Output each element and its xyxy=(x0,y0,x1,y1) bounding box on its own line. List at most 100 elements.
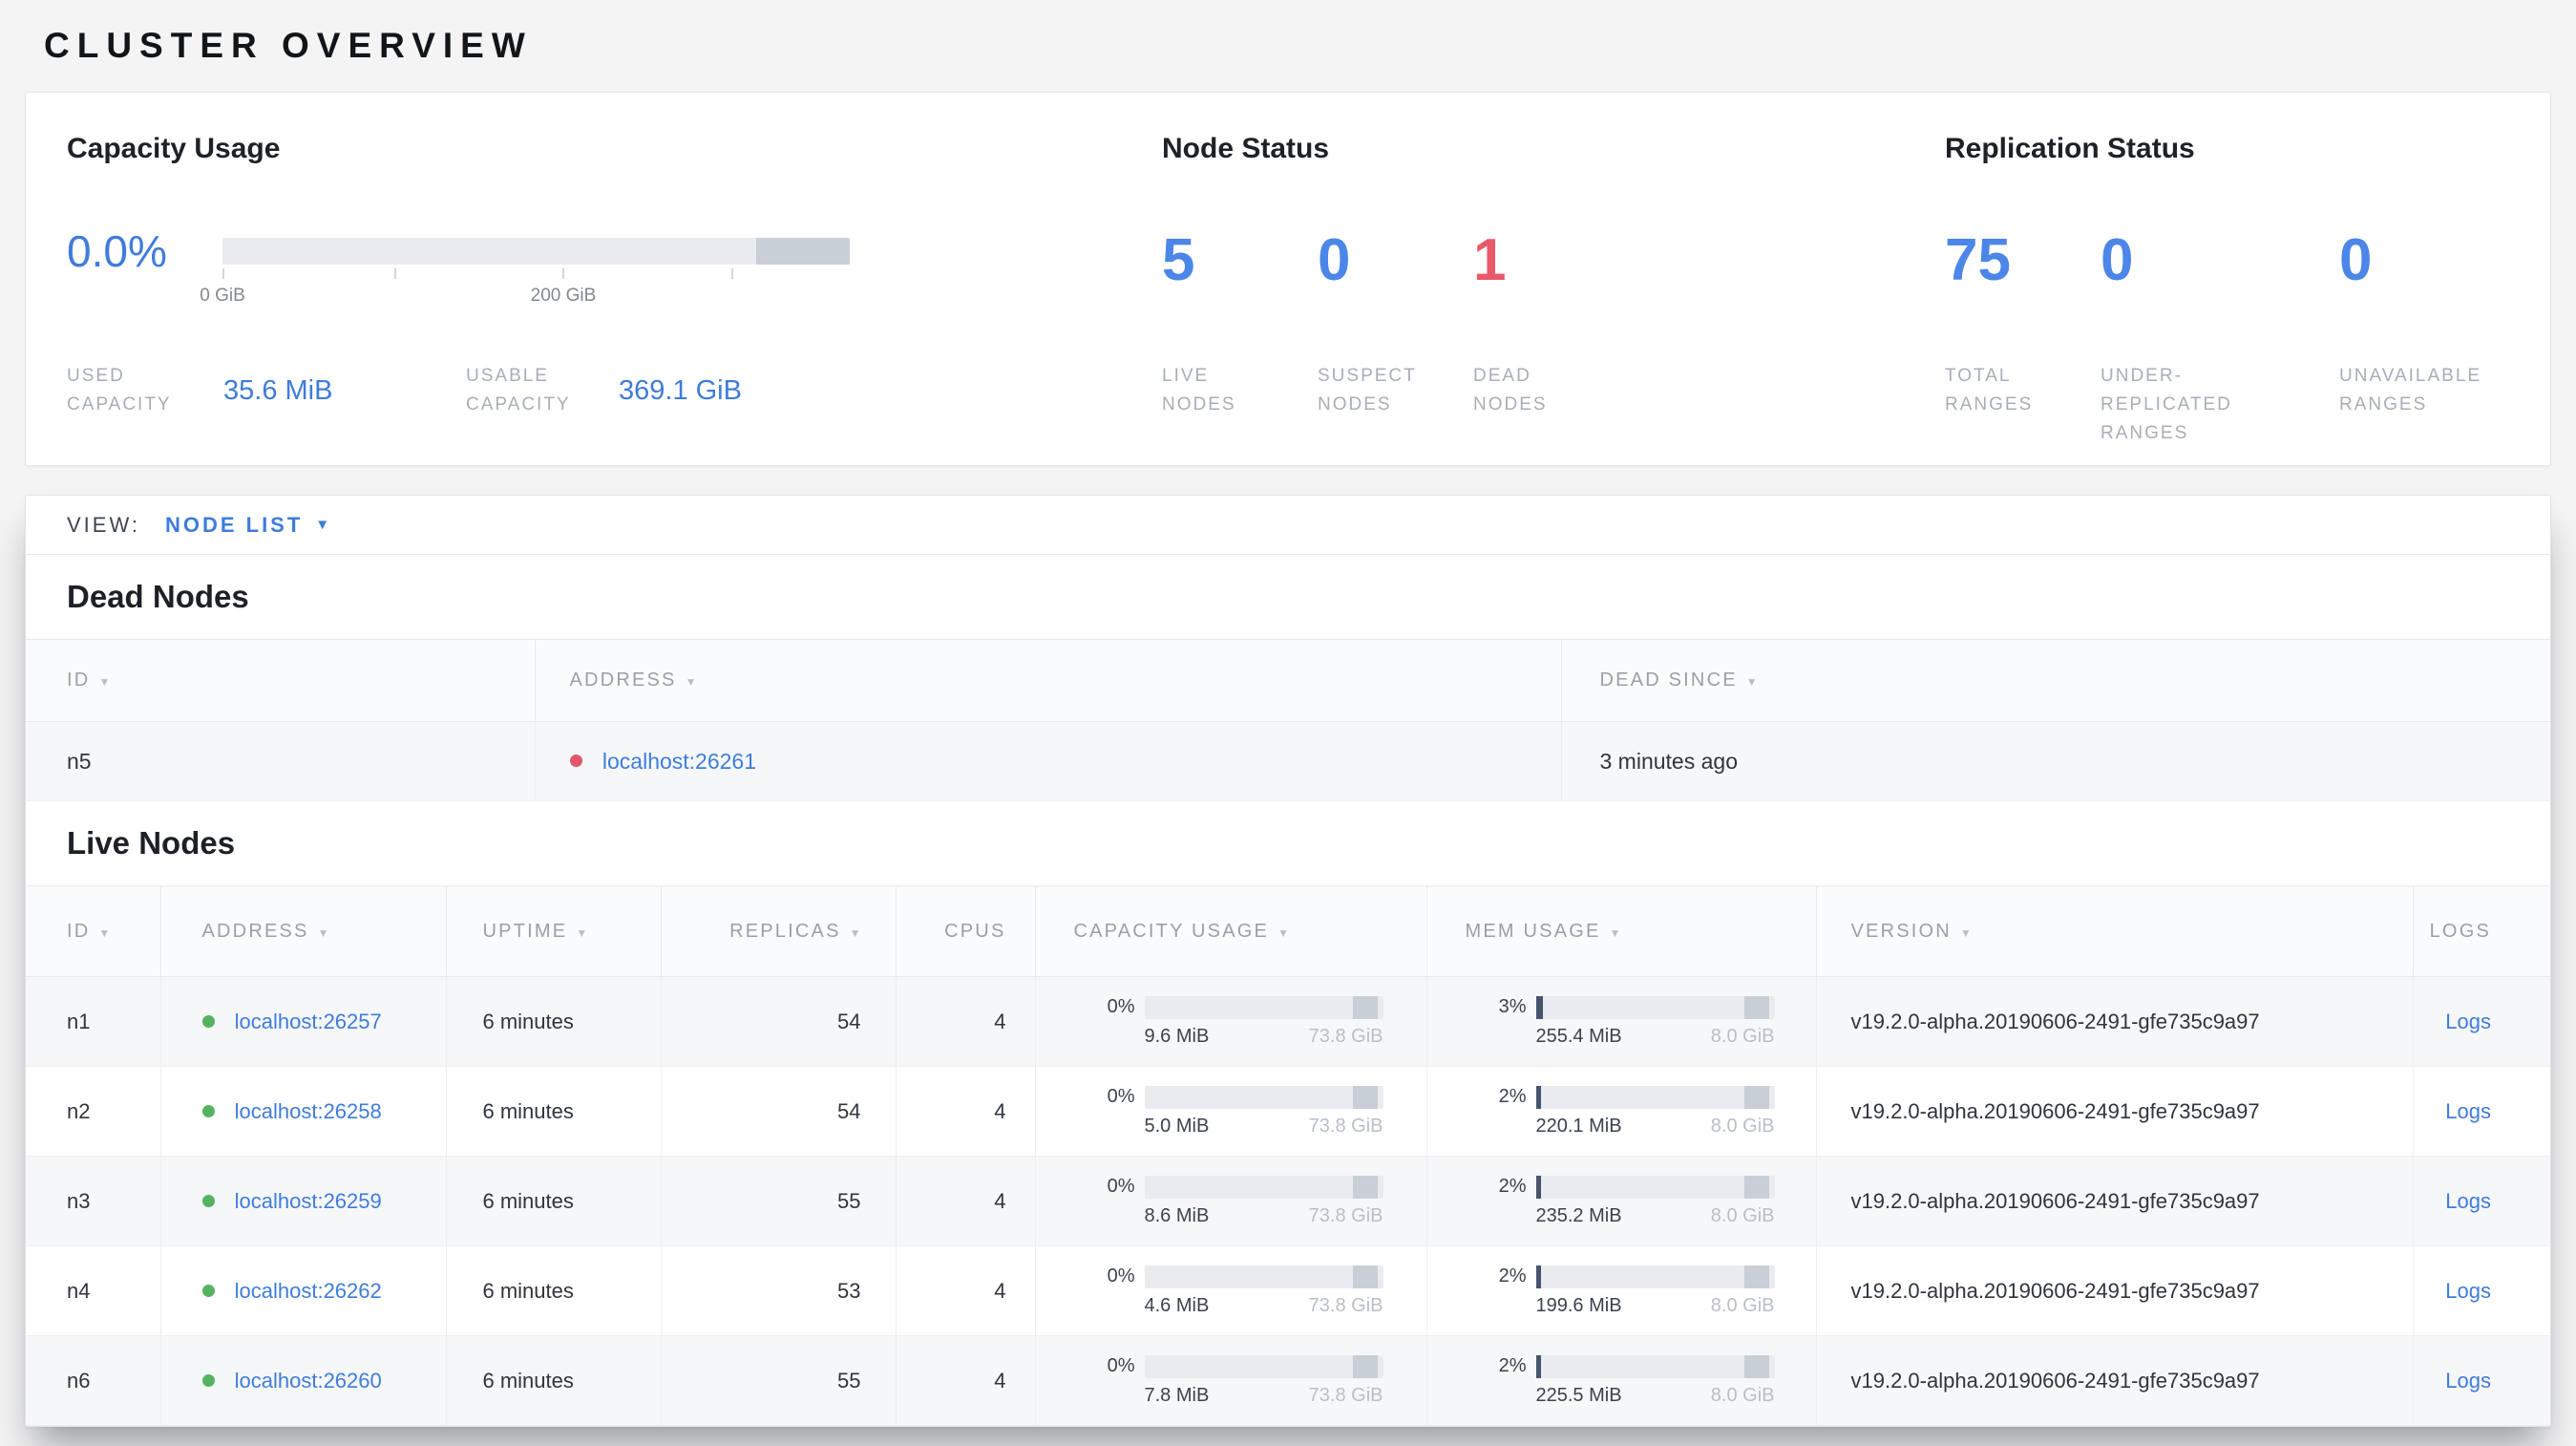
node-address-cell: localhost:26261 xyxy=(535,721,1562,801)
capacity-bar xyxy=(1144,1175,1383,1199)
mem-bar xyxy=(1535,1085,1775,1109)
table-row: n3 localhost:26259 6 minutes 55 4 0% 8.6… xyxy=(26,1156,2550,1246)
node-address-cell: localhost:26258 xyxy=(160,1066,447,1157)
mem-used-value: 199.6 MiB xyxy=(1535,1294,1622,1316)
page-title: CLUSTER OVERVIEW xyxy=(44,26,533,65)
node-address-link[interactable]: localhost:26257 xyxy=(235,1010,382,1033)
version-cell: v19.2.0-alpha.20190606-2491-gfe735c9a97 xyxy=(1816,1245,2414,1336)
capacity-bar-marker xyxy=(1352,1354,1378,1378)
dead-col-id[interactable]: ID ▼ xyxy=(26,639,536,722)
live-col-address[interactable]: ADDRESS ▼ xyxy=(160,885,447,977)
capacity-used-value: 9.6 MiB xyxy=(1144,1025,1210,1047)
usable-capacity-label: USABLE CAPACITY xyxy=(466,366,571,415)
capacity-usage-section: Capacity Usage 0.0% 0 GiB 200 GiB USED C… xyxy=(67,93,1162,465)
mem-total-value: 8.0 GiB xyxy=(1710,1025,1775,1047)
node-id-cell: n5 xyxy=(26,721,536,801)
capacity-percent: 0% xyxy=(1107,996,1135,1017)
node-id-cell: n4 xyxy=(26,1245,161,1336)
capacity-bar-row: 0.0% 0 GiB 200 GiB xyxy=(67,229,1162,308)
live-node-dot-icon xyxy=(201,1373,215,1387)
live-col-replicas[interactable]: REPLICAS ▼ xyxy=(661,885,897,977)
table-row: n4 localhost:26262 6 minutes 53 4 0% 4.6… xyxy=(26,1245,2550,1336)
node-status-stats: 5 LIVE NODES 0 SUSPECT NODES 1 DEAD NODE… xyxy=(1162,226,1945,419)
cluster-overview-page: CLUSTER OVERVIEW Capacity Usage 0.0% 0 G… xyxy=(0,0,2576,1427)
dead-nodes-title: Dead Nodes xyxy=(67,579,249,614)
capacity-usage-cell: 0% 4.6 MiB 73.8 GiB xyxy=(1035,1245,1427,1336)
sort-icon: ▼ xyxy=(1277,925,1289,940)
live-node-dot-icon xyxy=(201,1284,215,1297)
capacity-used-value: 5.0 MiB xyxy=(1144,1115,1210,1137)
sort-icon: ▼ xyxy=(98,925,111,940)
capacity-total-value: 73.8 GiB xyxy=(1308,1294,1383,1316)
node-address-link[interactable]: localhost:26260 xyxy=(235,1369,382,1393)
logs-cell: Logs xyxy=(2413,1245,2550,1336)
mem-bar-marker xyxy=(1743,1175,1769,1199)
mem-total-value: 8.0 GiB xyxy=(1710,1115,1775,1137)
node-address-link[interactable]: localhost:26258 xyxy=(235,1099,382,1123)
capacity-bar-marker xyxy=(1352,1175,1378,1199)
mem-total-value: 8.0 GiB xyxy=(1710,1204,1775,1226)
logs-link[interactable]: Logs xyxy=(2445,1099,2491,1123)
capacity-percent: 0% xyxy=(1107,1086,1135,1107)
live-col-version[interactable]: VERSION ▼ xyxy=(1816,885,2414,977)
live-node-dot-icon xyxy=(201,1014,215,1028)
mem-used-value: 225.5 MiB xyxy=(1535,1384,1622,1406)
capacity-bar-marker xyxy=(1352,1265,1378,1288)
live-col-id[interactable]: ID ▼ xyxy=(26,885,161,977)
cpus-cell: 4 xyxy=(896,1245,1036,1336)
live-col-mem-usage[interactable]: MEM USAGE ▼ xyxy=(1426,885,1817,977)
mem-percent: 3% xyxy=(1498,996,1527,1017)
node-address-link[interactable]: localhost:26261 xyxy=(602,749,756,774)
node-address-cell: localhost:26257 xyxy=(160,976,447,1067)
node-address-cell: localhost:26262 xyxy=(160,1245,447,1336)
stat-label: LIVE NODES xyxy=(1162,366,1236,415)
mem-usage-cell: 3% 255.4 MiB 8.0 GiB xyxy=(1426,976,1817,1067)
stat-value: 1 xyxy=(1473,227,1507,293)
stat-label: DEAD NODES xyxy=(1473,366,1548,415)
live-col-cpus[interactable]: CPUS xyxy=(896,885,1036,977)
dead-col-dead-since[interactable]: DEAD SINCE ▼ xyxy=(1561,639,2550,722)
sort-icon: ▼ xyxy=(317,925,329,940)
mem-fill xyxy=(1535,1354,1541,1378)
logs-link[interactable]: Logs xyxy=(2445,1010,2491,1033)
node-address-link[interactable]: localhost:26259 xyxy=(235,1189,382,1213)
stat-block: 5 LIVE NODES xyxy=(1162,226,1318,419)
stat-block: 0 SUSPECT NODES xyxy=(1318,226,1473,419)
logs-link[interactable]: Logs xyxy=(2445,1189,2491,1213)
live-node-dot-icon xyxy=(201,1194,215,1207)
capacity-axis-labels: 0 GiB 200 GiB xyxy=(200,286,850,308)
view-dropdown[interactable]: NODE LIST ▼ xyxy=(165,513,332,538)
logs-cell: Logs xyxy=(2413,1335,2550,1426)
axis-tick xyxy=(562,268,564,279)
uptime-cell: 6 minutes xyxy=(446,1335,662,1426)
capacity-usage-title: Capacity Usage xyxy=(67,133,281,164)
stat-label: UNDER-REPLICATED RANGES xyxy=(2101,366,2232,443)
live-col-uptime[interactable]: UPTIME ▼ xyxy=(446,885,662,977)
node-id-cell: n3 xyxy=(26,1156,161,1246)
axis-label-0gib: 0 GiB xyxy=(200,286,245,306)
replicas-cell: 55 xyxy=(661,1335,897,1426)
axis-label-200gib: 200 GiB xyxy=(530,286,597,306)
live-nodes-title: Live Nodes xyxy=(67,825,236,861)
stat-block: 0 UNDER-REPLICATED RANGES xyxy=(2101,226,2339,448)
logs-link[interactable]: Logs xyxy=(2445,1279,2491,1303)
uptime-cell: 6 minutes xyxy=(446,976,662,1067)
replication-status-section: Replication Status 75 TOTAL RANGES 0 UND… xyxy=(1945,93,2550,465)
capacity-total-value: 73.8 GiB xyxy=(1308,1384,1383,1406)
sort-icon: ▼ xyxy=(849,925,861,940)
mem-percent: 2% xyxy=(1498,1086,1527,1107)
node-address-link[interactable]: localhost:26262 xyxy=(235,1279,382,1303)
stat-block: 75 TOTAL RANGES xyxy=(1945,226,2101,448)
mem-usage-cell: 2% 225.5 MiB 8.0 GiB xyxy=(1426,1335,1817,1426)
logs-link[interactable]: Logs xyxy=(2445,1369,2491,1393)
mem-usage-cell: 2% 235.2 MiB 8.0 GiB xyxy=(1426,1156,1817,1246)
logs-cell: Logs xyxy=(2413,976,2550,1067)
dead-col-address[interactable]: ADDRESS ▼ xyxy=(535,639,1562,722)
mem-bar-marker xyxy=(1743,995,1769,1019)
chevron-down-icon: ▼ xyxy=(315,517,333,533)
mem-bar-marker xyxy=(1743,1354,1769,1378)
table-row: n6 localhost:26260 6 minutes 55 4 0% 7.8… xyxy=(26,1335,2550,1426)
live-col-capacity-usage[interactable]: CAPACITY USAGE ▼ xyxy=(1035,885,1427,977)
cpus-cell: 4 xyxy=(896,1156,1036,1246)
replicas-cell: 54 xyxy=(661,1066,897,1157)
